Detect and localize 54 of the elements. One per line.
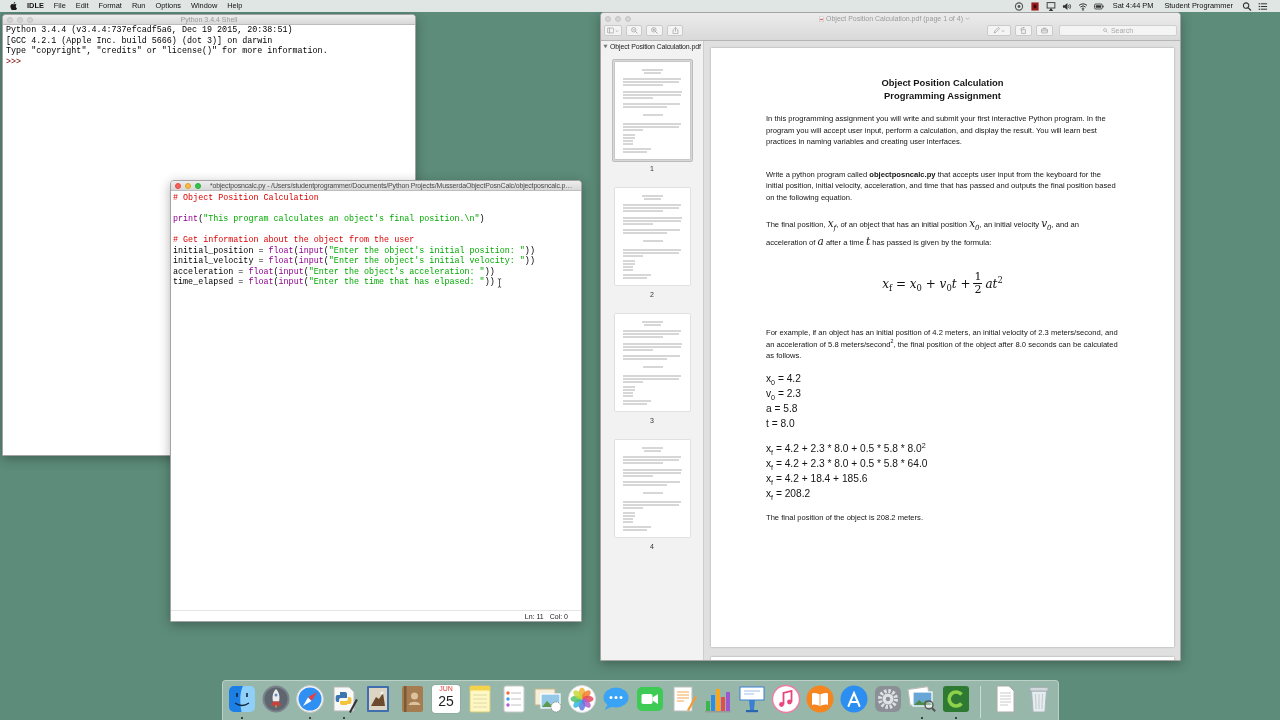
podium-icon[interactable] [736,683,768,715]
magnifier-minus-icon [630,27,638,34]
code-line: # Get information about the object from the user [173,235,415,246]
code-line: time_elapsed = float(input("Enter the time that has elpased: ")) [173,277,495,288]
calendar-day: 25 [438,693,454,709]
list-icon[interactable] [1258,1,1268,11]
prompt: >>> [6,57,22,68]
pen-icon [993,27,1000,34]
output-line: Type "copyright", "credits" or "license()" for more information. [6,46,328,58]
code-line: # Object Position Calculation [173,193,319,204]
toolbox-icon [1041,27,1048,34]
rotate-icon [1020,27,1027,34]
compass-icon[interactable] [294,683,326,715]
formula-line: x$_{f}$ = 4.2 + 18.4 + 185.6 [766,471,868,486]
speaker-icon[interactable] [1061,1,1072,11]
formula-line: x$_{f}$ = 4.2 + 2.3 * 8.0 + 0.5 * 5.8 * 8.0$^{2}$ [766,440,926,456]
search-icon[interactable] [1242,1,1252,11]
magnifier-plus-icon [651,27,658,34]
gear-icon[interactable] [872,683,904,715]
search-icon [1103,28,1108,33]
square-icon[interactable] [1029,1,1040,11]
zoom-button[interactable] [195,182,201,189]
formula-line: x$_{f}$ = 208.2 [766,486,811,501]
document-title: Object Position Calculation [880,76,1005,89]
close-button[interactable] [175,182,181,189]
sidebar-icon [607,27,614,34]
minimize-button[interactable] [185,182,191,189]
formula-line: a = 5.8 [766,401,798,416]
formula-line: t = 8.0 [766,416,795,431]
apple-logo-icon[interactable] [10,2,17,10]
formula-line: x$_{0}$ = 4.2 [766,371,801,386]
document-subtitle: Programming Assignment [883,89,1002,102]
share-icon [671,27,679,34]
rocket-icon[interactable] [260,683,292,715]
music-note-icon[interactable] [770,683,802,715]
output-line: [GCC 4.2.1 (Apple Inc. build 5666) (dot 3)] on darwin [6,35,273,46]
smiling-face-icon[interactable] [226,683,258,715]
code-line: initial_velocity = float(input("Enter the object's initial velocity: ")) [173,256,535,267]
flower-icon[interactable] [566,683,598,715]
output-line: Python 3.4.4 (v3.4.4:737efcadf5a6, Dec 19 2015, 20:38:51) [6,25,293,36]
arc-tile-icon[interactable] [940,683,972,715]
ring-icon[interactable] [1013,1,1024,11]
a-badge-icon[interactable] [838,683,870,715]
code-line: acceleration = float(input("Enter the object's acceleration: ")) [173,266,495,277]
formula-line: x$_{f}$ = 4.2 + 2.3 * 8.0 + 0.5 * 5.8 * 64.0 [766,456,928,471]
open-book-icon[interactable] [804,683,836,715]
battery-icon[interactable] [1093,1,1104,11]
caret-icon [615,28,619,33]
code-line: initial_position = float(input("Enter the object's initial position: ")) [173,245,535,256]
wifi-icon[interactable] [1077,1,1088,11]
text-cursor-icon [497,278,502,288]
code-line: print("This program calculates an object's final position.\n") [173,214,485,225]
photos-magnifier-icon[interactable] [906,683,938,715]
formula-line: v$_{0}$ = 2.3 [766,386,801,401]
